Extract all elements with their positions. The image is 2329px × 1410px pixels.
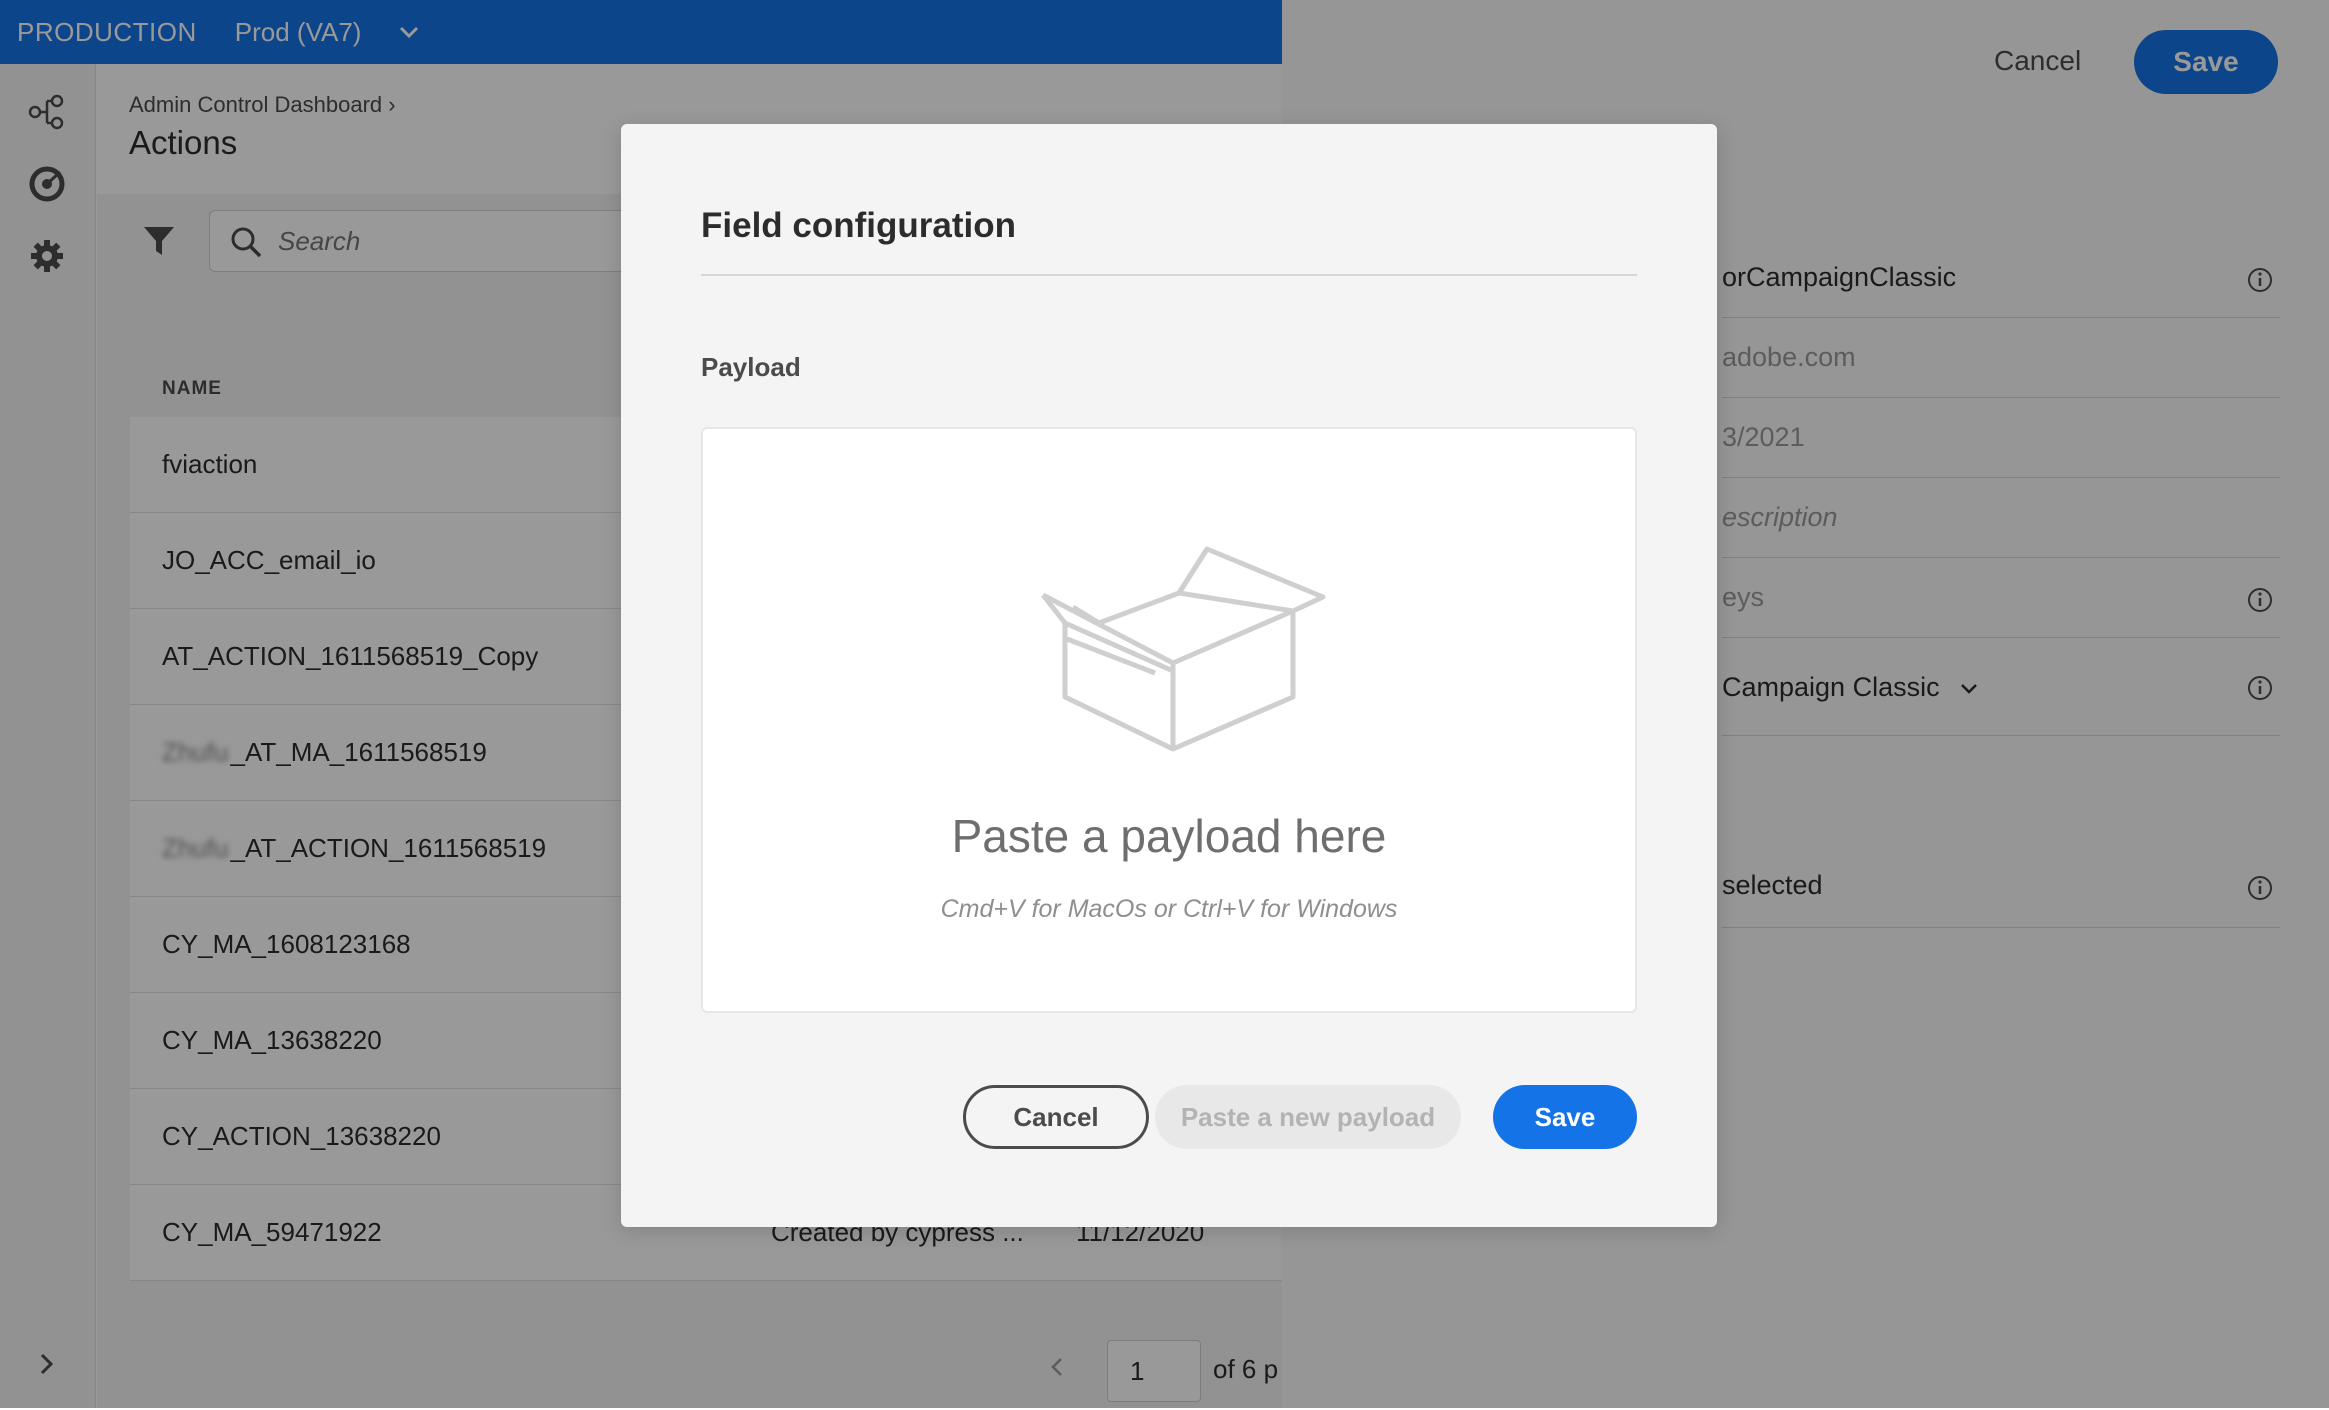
dropzone-hint: Cmd+V for MacOs or Ctrl+V for Windows [940, 895, 1398, 923]
payload-label: Payload [701, 352, 801, 382]
dropzone-title: Paste a payload here [951, 810, 1387, 862]
cancel-button[interactable]: Cancel [963, 1085, 1149, 1149]
field-configuration-dialog: Field configuration Payload Paste a payl… [621, 124, 1717, 1227]
dialog-divider [701, 274, 1637, 276]
paste-new-payload-button[interactable]: Paste a new payload [1155, 1085, 1461, 1149]
dialog-title: Field configuration [701, 206, 1016, 245]
save-button[interactable]: Save [1493, 1085, 1637, 1149]
open-box-icon [1041, 546, 1326, 752]
payload-dropzone[interactable]: Paste a payload here Cmd+V for MacOs or … [701, 427, 1637, 1013]
